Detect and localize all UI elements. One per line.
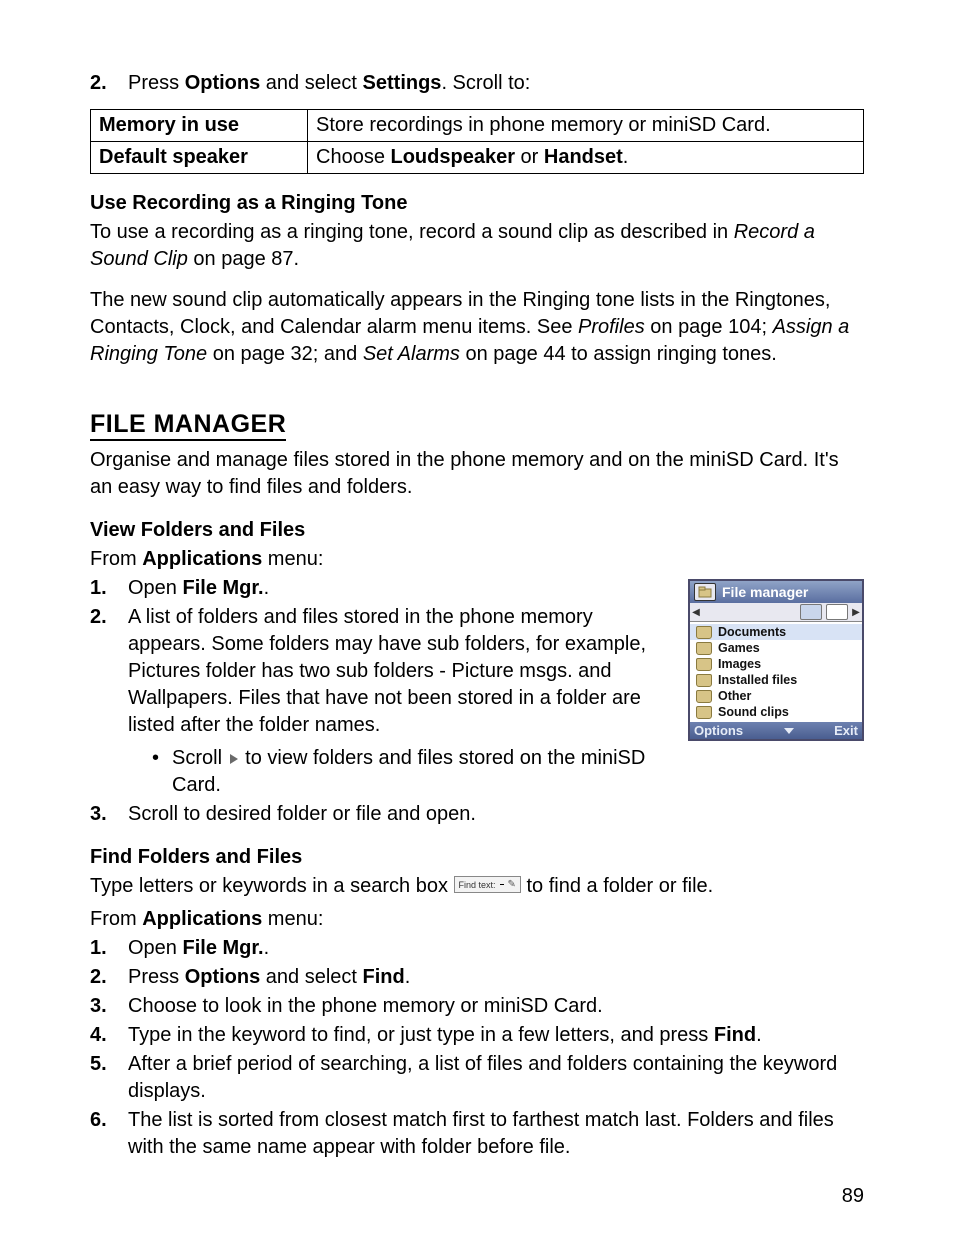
phone-item-label: Documents bbox=[718, 625, 786, 639]
left-arrow-icon: ◀ bbox=[690, 607, 702, 618]
folder-icon bbox=[696, 642, 712, 655]
file-manager-icon bbox=[694, 583, 716, 601]
phone-softkeys: Options Exit bbox=[690, 722, 862, 739]
table-value: Store recordings in phone memory or mini… bbox=[308, 110, 864, 142]
paragraph: From Applications menu: bbox=[90, 906, 864, 933]
list-number: 3. bbox=[90, 993, 128, 1020]
folder-icon bbox=[696, 706, 712, 719]
list-text: Open File Mgr.. bbox=[128, 575, 670, 602]
list-number: 2. bbox=[90, 964, 128, 991]
list-text: Open File Mgr.. bbox=[128, 935, 864, 962]
table-key: Memory in use bbox=[91, 110, 308, 142]
phone-list-item: Games bbox=[690, 640, 862, 656]
section-heading: Find Folders and Files bbox=[90, 846, 864, 869]
settings-table: Memory in use Store recordings in phone … bbox=[90, 109, 864, 174]
folder-icon bbox=[696, 658, 712, 671]
paragraph: The new sound clip automatically appears… bbox=[90, 287, 864, 368]
down-arrow-icon bbox=[784, 728, 794, 734]
phone-list-item: Documents bbox=[690, 624, 862, 640]
options-settings-list: 2. Press Options and select Settings. Sc… bbox=[90, 70, 864, 97]
text-column: 1. Open File Mgr.. 2. A list of folders … bbox=[90, 575, 670, 801]
sd-card-tab-icon bbox=[826, 604, 848, 620]
table-value: Choose Loudspeaker or Handset. bbox=[308, 142, 864, 174]
sub-list-text: Scroll to view folders and files stored … bbox=[172, 745, 670, 799]
paragraph: Organise and manage files stored in the … bbox=[90, 447, 864, 501]
list-text: Type in the keyword to find, or just typ… bbox=[128, 1022, 864, 1049]
list-text: A list of folders and files stored in th… bbox=[128, 604, 670, 799]
phone-item-label: Other bbox=[718, 689, 751, 703]
pencil-icon: ✎ bbox=[508, 878, 516, 892]
list-number: 1. bbox=[90, 575, 128, 602]
list-number: 3. bbox=[90, 801, 128, 828]
list-number: 2. bbox=[90, 604, 128, 799]
view-folders-list-cont: 3. Scroll to desired folder or file and … bbox=[90, 801, 864, 828]
table-key: Default speaker bbox=[91, 142, 308, 174]
softkey-left: Options bbox=[694, 723, 743, 738]
list-text: Scroll to desired folder or file and ope… bbox=[128, 801, 864, 828]
phone-title-text: File manager bbox=[722, 584, 808, 600]
phone-list-item: Installed files bbox=[690, 672, 862, 688]
phone-item-label: Sound clips bbox=[718, 705, 789, 719]
softkey-right: Exit bbox=[834, 723, 858, 738]
phone-item-label: Installed files bbox=[718, 673, 797, 687]
section-heading: Use Recording as a Ringing Tone bbox=[90, 192, 864, 215]
list-number: 2. bbox=[90, 70, 128, 97]
find-folders-list: 1. Open File Mgr.. 2. Press Options and … bbox=[90, 935, 864, 1161]
phone-list-item: Images bbox=[690, 656, 862, 672]
phone-tabs: ◀ ▶ bbox=[690, 603, 862, 622]
search-box-label: Find text: bbox=[459, 879, 496, 891]
list-number: 4. bbox=[90, 1022, 128, 1049]
page: 2. Press Options and select Settings. Sc… bbox=[0, 0, 954, 1248]
paragraph: To use a recording as a ringing tone, re… bbox=[90, 219, 864, 273]
right-arrow-icon bbox=[230, 754, 238, 764]
list-text: After a brief period of searching, a lis… bbox=[128, 1051, 864, 1105]
section-heading: View Folders and Files bbox=[90, 519, 864, 542]
phone-item-label: Games bbox=[718, 641, 760, 655]
content-row: 1. Open File Mgr.. 2. A list of folders … bbox=[90, 575, 864, 801]
cursor-icon bbox=[500, 884, 504, 885]
paragraph: Type letters or keywords in a search box… bbox=[90, 873, 864, 900]
search-box-icon: Find text: ✎ bbox=[454, 876, 521, 894]
right-arrow-icon: ▶ bbox=[850, 607, 862, 618]
page-number: 89 bbox=[842, 1185, 864, 1208]
phone-titlebar: File manager bbox=[690, 581, 862, 603]
list-number: 5. bbox=[90, 1051, 128, 1105]
list-text: Press Options and select Find. bbox=[128, 964, 864, 991]
phone-folder-list: Documents Games Images Installed files O… bbox=[690, 622, 862, 722]
phone-screenshot: File manager ◀ ▶ Documents Games Images … bbox=[688, 579, 864, 741]
phone-list-item: Sound clips bbox=[690, 704, 862, 720]
folder-icon bbox=[696, 626, 712, 639]
main-heading: FILE MANAGER bbox=[90, 410, 286, 441]
phone-item-label: Images bbox=[718, 657, 761, 671]
phone-memory-tab-icon bbox=[800, 604, 822, 620]
sub-list: Scroll to view folders and files stored … bbox=[152, 745, 670, 799]
phone-list-item: Other bbox=[690, 688, 862, 704]
view-folders-list: 1. Open File Mgr.. 2. A list of folders … bbox=[90, 575, 670, 799]
folder-icon bbox=[696, 674, 712, 687]
folder-icon bbox=[696, 690, 712, 703]
list-number: 1. bbox=[90, 935, 128, 962]
list-text: Choose to look in the phone memory or mi… bbox=[128, 993, 864, 1020]
list-number: 6. bbox=[90, 1107, 128, 1161]
list-text: Press Options and select Settings. Scrol… bbox=[128, 70, 864, 97]
paragraph: From Applications menu: bbox=[90, 546, 864, 573]
list-text: The list is sorted from closest match fi… bbox=[128, 1107, 864, 1161]
